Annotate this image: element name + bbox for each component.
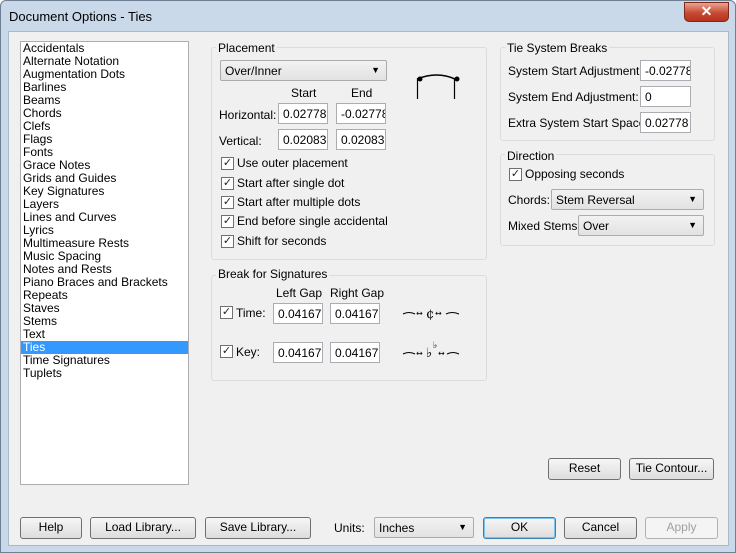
close-button[interactable]: ✕ xyxy=(684,2,729,22)
title-bar[interactable]: Document Options - Ties ✕ xyxy=(1,1,735,31)
key-right-gap-input[interactable]: 0.04167 xyxy=(330,342,380,363)
break-signatures-title: Break for Signatures xyxy=(216,267,330,281)
key-break-preview: ↔ ♭ ♭ ↔ xyxy=(402,341,460,361)
chords-label: Chords: xyxy=(508,193,551,207)
chevron-down-icon: ▼ xyxy=(688,194,697,204)
end-header: End xyxy=(351,86,373,100)
tie-placement-preview xyxy=(416,74,460,99)
use-outer-placement-label: Use outer placement xyxy=(237,156,348,170)
window-title: Document Options - Ties xyxy=(9,9,153,24)
placement-dropdown[interactable]: Over/Inner ▼ xyxy=(220,60,387,81)
checkmark-icon: ✓ xyxy=(222,177,233,189)
right-gap-header: Right Gap xyxy=(330,286,385,300)
direction-title: Direction xyxy=(505,149,557,163)
time-right-gap-input[interactable]: 0.04167 xyxy=(330,303,380,324)
list-item[interactable]: Stems xyxy=(21,315,188,328)
load-library-button[interactable]: Load Library... xyxy=(90,517,196,539)
close-icon: ✕ xyxy=(700,3,713,19)
list-item[interactable]: Tuplets xyxy=(21,367,188,380)
end-before-single-accidental-checkbox[interactable]: ✓ xyxy=(221,215,234,228)
start-after-multiple-dots-checkbox[interactable]: ✓ xyxy=(221,196,234,209)
mixed-stems-dropdown-value: Over xyxy=(583,219,610,233)
checkmark-icon: ✓ xyxy=(221,306,232,318)
list-item[interactable]: Text xyxy=(21,328,188,341)
save-library-button[interactable]: Save Library... xyxy=(205,517,311,539)
checkmark-icon: ✓ xyxy=(222,157,233,169)
help-button[interactable]: Help xyxy=(20,517,82,539)
key-left-gap-input[interactable]: 0.04167 xyxy=(273,342,323,363)
shift-for-seconds-label: Shift for seconds xyxy=(237,234,327,248)
vertical-start-input[interactable]: 0.02083 xyxy=(278,129,328,150)
end-before-single-accidental-label: End before single accidental xyxy=(237,214,388,228)
checkmark-icon: ✓ xyxy=(222,196,233,208)
units-label: Units: xyxy=(334,521,365,535)
system-end-label: System End Adjustment: xyxy=(508,90,639,104)
units-dropdown-value: Inches xyxy=(379,521,415,535)
tie-system-breaks-title: Tie System Breaks xyxy=(505,41,610,55)
time-label: Time: xyxy=(236,306,266,320)
checkmark-icon: ✓ xyxy=(222,215,233,227)
apply-button[interactable]: Apply xyxy=(645,517,718,539)
svg-text:↔: ↔ xyxy=(435,309,442,318)
time-break-preview: ↔ ¢ ↔ xyxy=(402,307,460,322)
key-break-checkbox[interactable]: ✓ xyxy=(220,345,233,358)
horizontal-start-input[interactable]: 0.02778 xyxy=(278,103,328,124)
shift-for-seconds-checkbox[interactable]: ✓ xyxy=(221,235,234,248)
svg-text:↔: ↔ xyxy=(416,349,423,358)
document-options-window: Document Options - Ties ✕ Accidentals Alt… xyxy=(0,0,736,553)
dialog-body: Accidentals Alternate Notation Augmentatio… xyxy=(8,31,729,546)
system-start-label: System Start Adjustment: xyxy=(508,64,643,78)
extra-system-start-input[interactable]: 0.02778 xyxy=(640,112,691,133)
start-after-multiple-dots-label: Start after multiple dots xyxy=(237,195,361,209)
time-left-gap-input[interactable]: 0.04167 xyxy=(273,303,323,324)
extra-system-start-label: Extra System Start Space: xyxy=(508,116,649,130)
chords-dropdown-value: Stem Reversal xyxy=(556,193,635,207)
opposing-seconds-checkbox[interactable]: ✓ xyxy=(509,168,522,181)
cancel-button[interactable]: Cancel xyxy=(564,517,637,539)
key-label: Key: xyxy=(236,345,261,359)
svg-text:¢: ¢ xyxy=(426,307,434,322)
system-start-input[interactable]: -0.02778 xyxy=(640,60,691,81)
mixed-stems-dropdown[interactable]: Over ▼ xyxy=(578,215,704,236)
left-gap-header: Left Gap xyxy=(276,286,323,300)
chevron-down-icon: ▼ xyxy=(688,220,697,230)
placement-dropdown-value: Over/Inner xyxy=(225,64,282,78)
category-list[interactable]: Accidentals Alternate Notation Augmentatio… xyxy=(20,41,189,485)
placement-title: Placement xyxy=(216,41,277,55)
checkmark-icon: ✓ xyxy=(222,235,233,247)
horizontal-end-input[interactable]: -0.02778 xyxy=(336,103,386,124)
time-break-checkbox[interactable]: ✓ xyxy=(220,306,233,319)
chevron-down-icon: ▼ xyxy=(458,522,467,532)
mixed-stems-label: Mixed Stems: xyxy=(508,219,581,233)
start-header: Start xyxy=(291,86,317,100)
ok-button[interactable]: OK xyxy=(483,517,556,539)
checkmark-icon: ✓ xyxy=(221,345,232,357)
horizontal-label: Horizontal: xyxy=(219,108,277,122)
chevron-down-icon: ▼ xyxy=(371,65,380,75)
reset-button[interactable]: Reset xyxy=(548,458,621,480)
system-end-input[interactable]: 0 xyxy=(640,86,691,107)
start-after-single-dot-checkbox[interactable]: ✓ xyxy=(221,177,234,190)
opposing-seconds-label: Opposing seconds xyxy=(525,167,625,181)
svg-text:♭: ♭ xyxy=(426,346,432,361)
use-outer-placement-checkbox[interactable]: ✓ xyxy=(221,157,234,170)
tie-contour-button[interactable]: Tie Contour... xyxy=(629,458,714,480)
vertical-end-input[interactable]: 0.02083 xyxy=(336,129,386,150)
vertical-label: Vertical: xyxy=(219,134,262,148)
svg-text:♭: ♭ xyxy=(433,341,437,351)
svg-text:↔: ↔ xyxy=(438,349,445,358)
checkmark-icon: ✓ xyxy=(510,168,521,180)
chords-dropdown[interactable]: Stem Reversal ▼ xyxy=(551,189,704,210)
svg-text:↔: ↔ xyxy=(416,309,423,318)
start-after-single-dot-label: Start after single dot xyxy=(237,176,345,190)
units-dropdown[interactable]: Inches ▼ xyxy=(374,517,474,538)
